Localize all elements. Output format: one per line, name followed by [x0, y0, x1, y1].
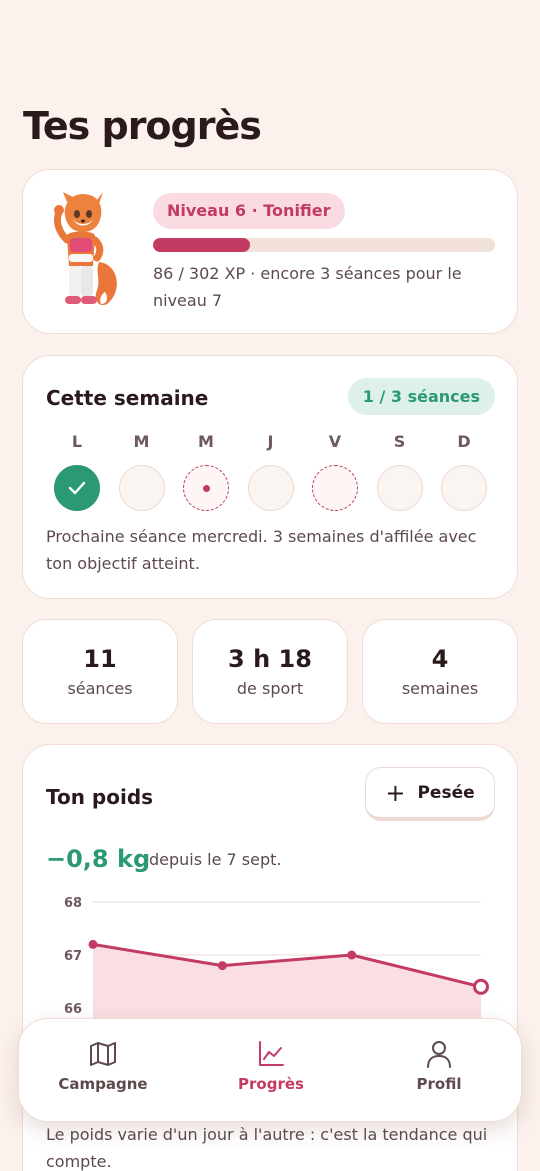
stat-sport-time: 3 h 18 de sport: [192, 619, 348, 724]
today-dot: [202, 484, 210, 492]
weight-delta: −0,8 kg: [46, 845, 151, 873]
xp-progress-bar: [153, 238, 495, 252]
bottom-nav: Campagne Progrès Profil: [18, 1018, 522, 1122]
nav-item-progres[interactable]: Progrès: [196, 1039, 346, 1093]
stat-label: de sport: [236, 679, 304, 698]
week-sessions-badge: 1 / 3 séances: [347, 378, 495, 415]
stat-value: 3 h 18: [228, 645, 312, 673]
day-1: M: [118, 431, 165, 511]
stat-weeks: 4 semaines: [362, 619, 518, 724]
chart-icon: [259, 1041, 284, 1066]
day-letter: D: [457, 432, 471, 451]
day-6: D: [441, 431, 487, 511]
stat-label: séances: [67, 679, 133, 698]
y-tick-label: 66: [64, 1002, 82, 1017]
day-letter: V: [328, 432, 342, 451]
weight-point: [88, 939, 98, 949]
level-card[interactable]: Niveau 6 · Tonifier 86 / 302 XP · encore…: [22, 169, 518, 334]
week-note: Prochaine séance mercredi. 3 semaines d'…: [46, 527, 477, 573]
level-badge: Niveau 6 · Tonifier: [153, 193, 345, 229]
day-letter: M: [133, 432, 150, 451]
week-card: Cette semaine 1 / 3 séances L M M J V S D Proc…: [22, 355, 518, 599]
page-title: Tes progrès: [23, 104, 262, 148]
stat-label: semaines: [401, 679, 479, 698]
day-done-circle[interactable]: [54, 465, 100, 511]
stat-sessions: 11 séances: [22, 619, 178, 724]
day-5: S: [376, 431, 423, 511]
add-weigh-in-label: Pesée: [417, 782, 475, 803]
day-2: M: [183, 431, 229, 511]
stat-value: 4: [431, 645, 449, 673]
stat-value: 11: [83, 645, 117, 673]
weight-point: [347, 950, 357, 960]
user-icon: [427, 1041, 451, 1068]
xp-text: 86 / 302 XP · encore 3 séances pour le n…: [153, 264, 462, 310]
weight-chart: 68 67 66: [64, 896, 489, 1025]
nav-item-profil[interactable]: Profil: [364, 1039, 514, 1093]
day-empty-circle[interactable]: [376, 465, 423, 511]
day-4: V: [312, 431, 358, 511]
map-icon: [90, 1042, 116, 1066]
y-tick-label: 67: [64, 949, 82, 964]
weight-footnote: Le poids varie d'un jour à l'autre : c'e…: [46, 1125, 488, 1171]
weight-title: Ton poids: [46, 785, 154, 809]
day-empty-circle[interactable]: [118, 465, 165, 511]
plus-icon: +: [385, 778, 406, 807]
day-planned-circle[interactable]: [312, 465, 358, 511]
check-icon: [68, 481, 86, 495]
day-empty-circle[interactable]: [441, 465, 487, 511]
latest-weight-point: [473, 978, 489, 995]
day-0: L: [54, 431, 100, 511]
day-3: J: [247, 431, 294, 511]
nav-label: Profil: [416, 1075, 462, 1093]
day-empty-circle[interactable]: [247, 465, 294, 511]
day-letter: J: [267, 432, 274, 451]
week-title: Cette semaine: [46, 386, 209, 410]
nav-item-campagne[interactable]: Campagne: [28, 1039, 178, 1093]
nav-label: Campagne: [58, 1075, 148, 1093]
fox-mascot-icon: [53, 192, 117, 306]
xp-progress-fill: [153, 238, 251, 252]
day-letter: L: [71, 432, 83, 451]
y-tick-label: 68: [64, 896, 82, 911]
add-weigh-in-button[interactable]: + Pesée: [365, 767, 495, 821]
weight-since: depuis le 7 sept.: [149, 850, 282, 869]
day-letter: M: [198, 432, 214, 451]
nav-label: Progrès: [238, 1075, 304, 1093]
day-planned-circle[interactable]: [183, 465, 229, 511]
day-letter: S: [393, 432, 406, 451]
weight-area: [93, 944, 481, 1025]
weight-point: [217, 961, 227, 971]
